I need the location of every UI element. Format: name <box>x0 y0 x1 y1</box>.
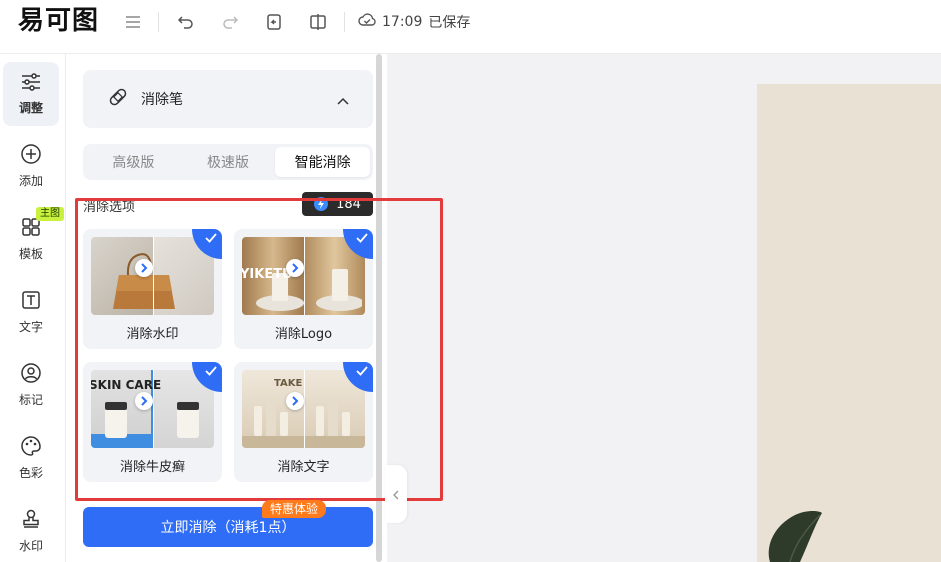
save-status-text: 已保存 <box>428 15 471 31</box>
toolbar-divider <box>158 12 159 32</box>
sidebar-item-label: 水印 <box>18 539 43 553</box>
sliders-icon <box>20 72 42 95</box>
app-logo: 易可图 <box>18 6 100 36</box>
undo-icon[interactable] <box>174 10 198 34</box>
eraser-tool-header[interactable]: 消除笔 <box>83 70 373 128</box>
cloud-check-icon <box>358 13 376 31</box>
sidebar-item-marker[interactable]: 标记 <box>3 353 59 417</box>
plus-circle-icon <box>20 143 42 168</box>
sidebar-item-label: 添加 <box>18 174 43 188</box>
tab-fast[interactable]: 极速版 <box>181 147 276 177</box>
save-status: 17:09 已保存 <box>358 10 470 34</box>
marker-icon <box>20 362 42 387</box>
tab-advanced[interactable]: 高级版 <box>86 147 181 177</box>
chevron-up-icon[interactable] <box>337 90 349 109</box>
tool-title: 消除笔 <box>141 92 183 108</box>
top-toolbar: 易可图 17:09 已保存 <box>0 0 941 54</box>
plant-leaf-image <box>768 511 822 562</box>
app-window: 易可图 17:09 已保存 调整 添加 模板 主图 文字 标记 色彩 水印 消除… <box>0 0 941 562</box>
panel-collapse-handle[interactable] <box>385 465 407 523</box>
sidebar-item-label: 色彩 <box>18 466 43 480</box>
mode-tabs: 高级版 极速版 智能消除 <box>83 144 373 180</box>
promo-badge: 特惠体验 <box>262 500 327 518</box>
sidebar-item-add[interactable]: 添加 <box>3 134 59 198</box>
highlight-box <box>75 198 443 501</box>
menu-icon[interactable] <box>121 10 145 34</box>
sidebar-item-color[interactable]: 色彩 <box>3 426 59 490</box>
sidebar-item-watermark[interactable]: 水印 <box>3 499 59 562</box>
sidebar-item-label: 标记 <box>18 393 43 407</box>
stamp-icon <box>20 508 42 533</box>
left-sidebar: 调整 添加 模板 主图 文字 标记 色彩 水印 <box>0 54 66 562</box>
artboard-image[interactable] <box>757 84 941 562</box>
template-badge: 主图 <box>36 207 64 221</box>
sidebar-item-label: 模板 <box>18 247 43 261</box>
sidebar-item-label: 调整 <box>18 101 43 115</box>
bandage-icon <box>107 86 129 112</box>
restore-icon[interactable] <box>262 10 286 34</box>
sidebar-item-text[interactable]: 文字 <box>3 280 59 344</box>
redo-icon[interactable] <box>218 10 242 34</box>
compare-icon[interactable] <box>306 10 330 34</box>
chevron-left-icon <box>393 485 399 504</box>
sidebar-item-label: 文字 <box>18 320 43 334</box>
toolbar-divider <box>344 12 345 32</box>
sidebar-item-adjust[interactable]: 调整 <box>3 62 59 126</box>
save-time: 17:09 <box>382 14 423 30</box>
palette-icon <box>20 435 42 460</box>
erase-now-button[interactable]: 立即消除（消耗1点） <box>83 507 373 547</box>
tab-smart-erase[interactable]: 智能消除 <box>275 147 371 177</box>
text-icon <box>20 289 42 314</box>
